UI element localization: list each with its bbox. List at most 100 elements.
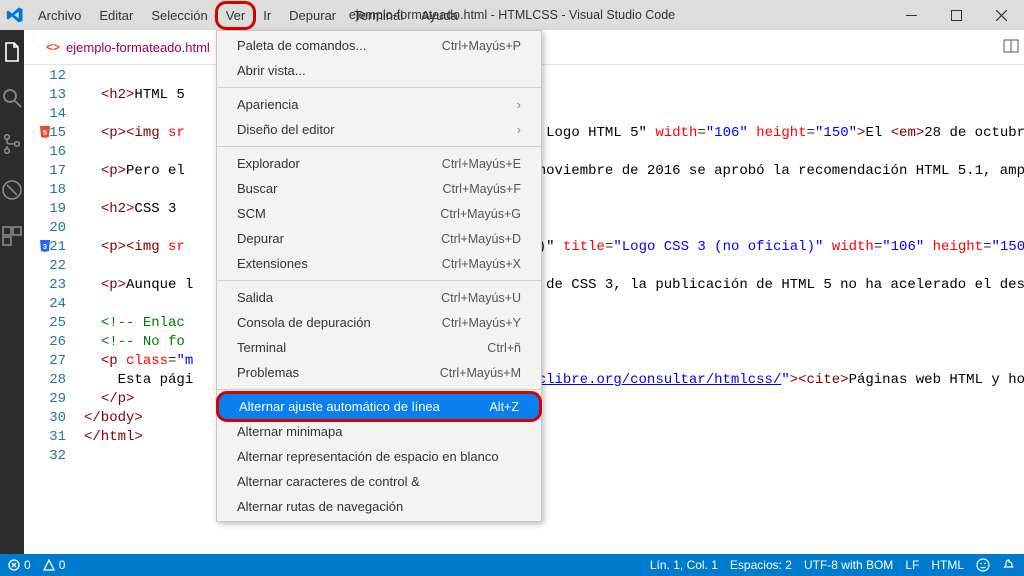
menu-terminal[interactable]: Terminal: [346, 4, 411, 27]
source-control-icon[interactable]: [0, 132, 24, 156]
close-button[interactable]: [979, 0, 1024, 30]
minimize-button[interactable]: [889, 0, 934, 30]
line-number: 31: [24, 428, 84, 447]
menu-item-label: Paleta de comandos...: [237, 38, 366, 53]
split-editor-icon[interactable]: [1003, 38, 1019, 57]
menu-item-shortcut: Ctrl+Mayús+D: [441, 232, 521, 246]
vscode-logo-icon: [6, 6, 24, 24]
line-number: 16: [24, 143, 84, 162]
line-number: 23: [24, 276, 84, 295]
menu-editar[interactable]: Editar: [91, 4, 141, 27]
menu-item[interactable]: ExtensionesCtrl+Mayús+X: [217, 251, 541, 276]
menu-separator: [217, 146, 541, 147]
menu-item-label: Alternar ajuste automático de línea: [239, 399, 440, 414]
menu-item[interactable]: Terminal Ctrl+ñ: [217, 335, 541, 360]
menu-item[interactable]: Alternar minimapa: [217, 419, 541, 444]
status-line-col[interactable]: Lín. 1, Col. 1: [650, 558, 718, 572]
activity-bar: [0, 30, 24, 554]
menu-item-label: Problemas: [237, 365, 299, 380]
menu-item[interactable]: Alternar ajuste automático de líneaAlt+Z: [219, 394, 539, 419]
code-content: <p class="m: [84, 352, 193, 371]
menu-item[interactable]: Diseño del editor›: [217, 117, 541, 142]
view-menu-dropdown: Paleta de comandos... Ctrl+Mayús+P Abrir v…: [216, 30, 542, 522]
code-content: <h2>CSS 3: [84, 200, 176, 219]
menu-item[interactable]: Depurar Ctrl+Mayús+D: [217, 226, 541, 251]
menu-item[interactable]: Problemas Ctrl+Mayús+M: [217, 360, 541, 385]
status-encoding[interactable]: UTF-8 with BOM: [804, 558, 893, 572]
status-language[interactable]: HTML: [931, 558, 964, 572]
html-file-icon: <>: [46, 40, 60, 54]
menu-ayuda[interactable]: Ayuda: [413, 4, 466, 27]
menu-archivo[interactable]: Archivo: [30, 4, 89, 27]
search-icon[interactable]: [0, 86, 24, 110]
menu-item[interactable]: Salida Ctrl+Mayús+U: [217, 285, 541, 310]
line-number: 29: [24, 390, 84, 409]
code-content: </p>: [84, 390, 134, 409]
notifications-icon[interactable]: [1002, 558, 1016, 572]
svg-text:3: 3: [43, 244, 47, 251]
status-errors[interactable]: 0: [8, 558, 31, 572]
menu-item-shortcut: Ctrl+Mayús+Y: [442, 316, 521, 330]
menu-ir[interactable]: Ir: [255, 4, 279, 27]
menu-item[interactable]: Apariencia ›: [217, 92, 541, 117]
extensions-icon[interactable]: [0, 224, 24, 248]
line-number: 213: [24, 238, 84, 257]
maximize-button[interactable]: [934, 0, 979, 30]
status-eol[interactable]: LF: [905, 558, 919, 572]
menu-item-shortcut: Ctrl+ñ: [487, 341, 521, 355]
menu-depurar[interactable]: Depurar: [281, 4, 344, 27]
menu-item-label: Buscar: [237, 181, 277, 196]
menu-item-label: Diseño del editor: [237, 122, 335, 137]
tab-file[interactable]: <> ejemplo-formateado.html: [36, 34, 220, 61]
menu-item-label: Alternar minimapa: [237, 424, 343, 439]
css3-icon: 3: [38, 239, 52, 253]
menu-item-shortcut: Ctrl+Mayús+E: [442, 157, 521, 171]
menu-item-label: Alternar caracteres de control &: [237, 474, 420, 489]
svg-text:5: 5: [43, 130, 47, 137]
line-number: 28: [24, 371, 84, 390]
line-number: 12: [24, 67, 84, 86]
menu-separator: [217, 87, 541, 88]
title-bar: ArchivoEditarSelecciónVerIrDepurarTermin…: [0, 0, 1024, 30]
menu-item[interactable]: Alternar rutas de navegación: [217, 494, 541, 519]
line-number: 27: [24, 352, 84, 371]
menu-item-label: Abrir vista...: [237, 63, 306, 78]
menu-item-label: Salida: [237, 290, 273, 305]
menu-item[interactable]: Alternar representación de espacio en bl…: [217, 444, 541, 469]
menu-item-label: Terminal: [237, 340, 286, 355]
menu-item-shortcut: Ctrl+Mayús+X: [442, 257, 521, 271]
line-number: 14: [24, 105, 84, 124]
menu-item[interactable]: ExploradorCtrl+Mayús+E: [217, 151, 541, 176]
line-number: 155: [24, 124, 84, 143]
status-warnings[interactable]: 0: [43, 558, 66, 572]
code-content: <!-- No fo: [84, 333, 185, 352]
debug-icon[interactable]: [0, 178, 24, 202]
menu-item-label: SCM: [237, 206, 266, 221]
menu-item-shortcut: Ctrl+Mayús+U: [441, 291, 521, 305]
menu-item[interactable]: Abrir vista...: [217, 58, 541, 83]
menu-item-shortcut: Ctrl+Mayús+M: [440, 366, 521, 380]
line-number: 17: [24, 162, 84, 181]
menu-item[interactable]: BuscarCtrl+Mayús+F: [217, 176, 541, 201]
window-controls: [889, 0, 1024, 30]
menu-item[interactable]: SCMCtrl+Mayús+G: [217, 201, 541, 226]
menu-item[interactable]: Consola de depuración Ctrl+Mayús+Y: [217, 310, 541, 335]
menu-ver[interactable]: Ver: [218, 4, 254, 27]
menu-item-label: Consola de depuración: [237, 315, 371, 330]
menu-item[interactable]: Paleta de comandos... Ctrl+Mayús+P: [217, 33, 541, 58]
code-content: </html>: [84, 428, 143, 447]
explorer-icon[interactable]: [0, 40, 24, 64]
menu-selección[interactable]: Selección: [143, 4, 215, 27]
menu-item-label: Depurar: [237, 231, 284, 246]
line-number: 30: [24, 409, 84, 428]
menu-item-label: Apariencia: [237, 97, 298, 112]
status-indent[interactable]: Espacios: 2: [730, 558, 792, 572]
menu-item[interactable]: Alternar caracteres de control &: [217, 469, 541, 494]
menu-separator: [217, 280, 541, 281]
menu-separator: [217, 389, 541, 390]
menu-item-shortcut: Ctrl+Mayús+P: [442, 39, 521, 53]
line-number: 26: [24, 333, 84, 352]
chevron-right-icon: ›: [517, 97, 521, 112]
line-number: 22: [24, 257, 84, 276]
feedback-icon[interactable]: [976, 558, 990, 572]
